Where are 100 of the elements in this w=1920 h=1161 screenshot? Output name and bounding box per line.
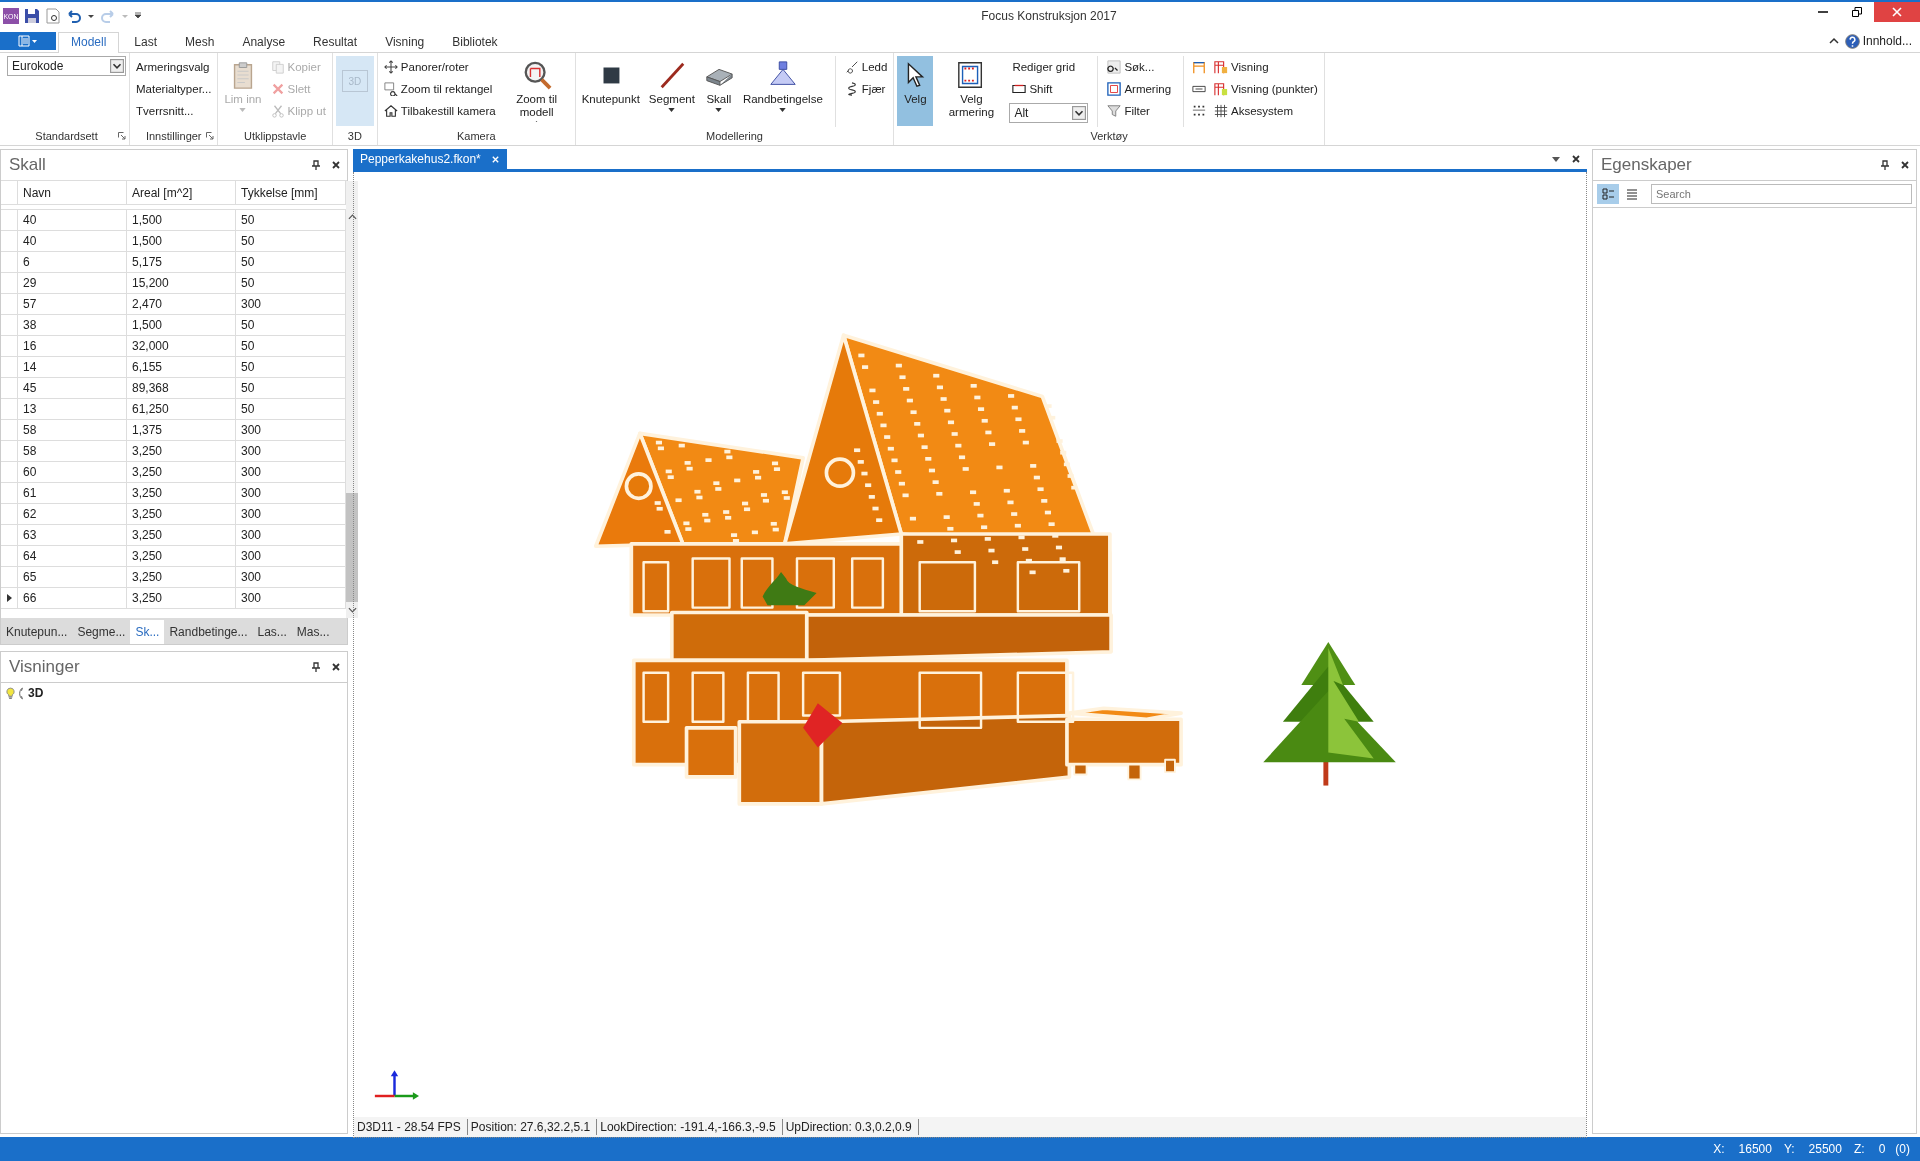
pin-icon[interactable] <box>311 160 321 170</box>
ribbon-button[interactable]: Panorer/roter <box>380 56 499 78</box>
table-cell: 40 <box>18 210 127 230</box>
categorized-view-button[interactable] <box>1597 184 1619 204</box>
ribbon-button[interactable]: Søk... <box>1104 56 1175 78</box>
ribbon-button[interactable]: Armeringsvalg <box>133 56 215 78</box>
table-cell: 6,155 <box>127 357 236 377</box>
hinge-icon <box>844 60 859 74</box>
print-preview-icon[interactable] <box>45 8 61 24</box>
dropdown-field[interactable]: Eurokode <box>7 56 126 76</box>
table-cell: 58 <box>18 441 127 461</box>
group-label: Utklippstavle <box>243 130 307 142</box>
table-cell: 1,500 <box>127 210 236 230</box>
table-cell: 89,368 <box>127 378 236 398</box>
status-text: (0) <box>1895 1142 1910 1156</box>
ribbon-tab[interactable]: Last <box>121 32 171 52</box>
scissors-icon <box>270 104 285 118</box>
redo-icon[interactable] <box>100 8 116 24</box>
ribbon-button[interactable]: Aksesystem <box>1211 100 1321 122</box>
ribbon-button[interactable]: Visning <box>1211 56 1321 78</box>
column-header[interactable]: Areal [m^2] <box>127 181 236 204</box>
panel-tab[interactable]: Las... <box>252 620 292 644</box>
ribbon-button[interactable]: Visning (punkter) <box>1211 78 1321 100</box>
table-cell: 61,250 <box>127 399 236 419</box>
ribbon-button[interactable]: Segment <box>645 56 698 126</box>
vertical-scrollbar[interactable] <box>346 181 358 618</box>
table-cell: 45 <box>18 378 127 398</box>
ribbon-button[interactable]: Zoom til modell <box>501 56 572 126</box>
table-cell: 5,175 <box>127 252 236 272</box>
close-icon[interactable] <box>331 662 341 672</box>
grid-icon <box>1214 104 1229 118</box>
document-list-icon[interactable] <box>1551 154 1561 164</box>
pin-icon[interactable] <box>1880 160 1890 170</box>
panel-tab[interactable]: Randbetinge... <box>164 620 253 644</box>
axis-gizmo-icon <box>374 1070 420 1100</box>
close-icon <box>1892 7 1902 17</box>
ribbon-button[interactable]: Skall <box>700 56 737 126</box>
close-icon[interactable] <box>331 160 341 170</box>
ribbon-tab[interactable]: Modell <box>58 32 120 53</box>
document-tab[interactable]: Pepperkakehus2.fkon* <box>353 149 507 169</box>
house-icon <box>383 104 398 118</box>
dropdown-field[interactable]: Alt <box>1009 103 1089 123</box>
ribbon-button[interactable]: Velg <box>897 56 934 126</box>
ribbon-button[interactable]: Knutepunkt <box>578 56 643 126</box>
ribbon-button[interactable]: Shift <box>1009 78 1089 100</box>
table-cell: 29 <box>18 273 127 293</box>
ribbon-button[interactable]: Filter <box>1104 100 1175 122</box>
ribbon-button[interactable]: Velg armering <box>936 56 1007 126</box>
ribbon-button[interactable]: Rediger grid <box>1009 56 1089 78</box>
help-link[interactable]: Innhold... <box>1862 34 1912 48</box>
panel-tab[interactable]: Segme... <box>72 620 131 644</box>
scroll-down-icon[interactable] <box>347 607 357 613</box>
ribbon-button[interactable]: Ledd <box>841 56 891 78</box>
help-icon[interactable] <box>1844 34 1860 49</box>
ribbon-button[interactable]: Materialtyper... <box>133 78 215 100</box>
coordinate-label: Y: <box>1783 1142 1795 1156</box>
panel-tab[interactable]: Mas... <box>291 620 335 644</box>
application-menu-button[interactable] <box>0 32 56 50</box>
coordinate-value: 25500 <box>1808 1142 1842 1156</box>
window-title: Focus Konstruksjon 2017 <box>980 9 1118 23</box>
ribbon-tab[interactable]: Visning <box>372 32 438 52</box>
scroll-up-icon[interactable] <box>347 214 357 220</box>
search-field[interactable]: Search <box>1651 184 1912 204</box>
copy-icon <box>270 60 285 74</box>
customize-menu-icon[interactable] <box>134 12 142 20</box>
rectangle-icon <box>1012 82 1027 96</box>
table-cell: 1,500 <box>127 315 236 335</box>
ribbon-button[interactable]: Tilbakestill kamera <box>380 100 499 122</box>
panel-tab[interactable]: Knutepun... <box>1 620 73 644</box>
ribbon-button[interactable]: Zoom til rektangel <box>380 78 499 100</box>
save-icon[interactable] <box>24 8 40 24</box>
table-cell: 2,470 <box>127 294 236 314</box>
undo-icon[interactable] <box>66 8 82 24</box>
ribbon-button[interactable]: Fjær <box>841 78 891 100</box>
pin-icon[interactable] <box>311 662 321 672</box>
group-label: Kamera <box>457 130 496 142</box>
ribbon-tab[interactable]: Analyse <box>229 32 299 52</box>
close-icon[interactable] <box>1900 160 1910 170</box>
viewport-status-text: UpDirection: 0.3,0.2,0.9 <box>782 1118 919 1135</box>
table-cell: 66 <box>18 588 127 608</box>
table-cell: 64 <box>18 546 127 566</box>
ribbon-tab[interactable]: Resultat <box>300 32 371 52</box>
ribbon-button[interactable]: Tverrsnitt... <box>133 100 215 122</box>
collapse-ribbon-icon[interactable] <box>1828 36 1839 46</box>
table-cell: 13 <box>18 399 127 419</box>
dialog-launcher-icon[interactable] <box>118 132 126 140</box>
table-cell: 3,250 <box>127 525 236 545</box>
table-cell: 3,250 <box>127 441 236 461</box>
column-header[interactable]: Navn <box>18 181 127 204</box>
ribbon-tab[interactable]: Mesh <box>172 32 228 52</box>
ribbon-button[interactable]: Armering <box>1104 78 1175 100</box>
light-bulb-icon[interactable] <box>6 686 15 700</box>
ribbon-tab[interactable]: Bibliotek <box>439 32 511 52</box>
dialog-launcher-icon[interactable] <box>206 132 215 140</box>
view-item[interactable]: 3D <box>28 686 44 700</box>
frame-view-icon <box>1214 82 1229 96</box>
ribbon-button[interactable]: Randbetingelse <box>739 56 826 126</box>
panel-tab[interactable]: Sk... <box>130 620 165 644</box>
close-icon[interactable] <box>1571 154 1581 164</box>
group-label: Innstillinger <box>145 130 202 142</box>
